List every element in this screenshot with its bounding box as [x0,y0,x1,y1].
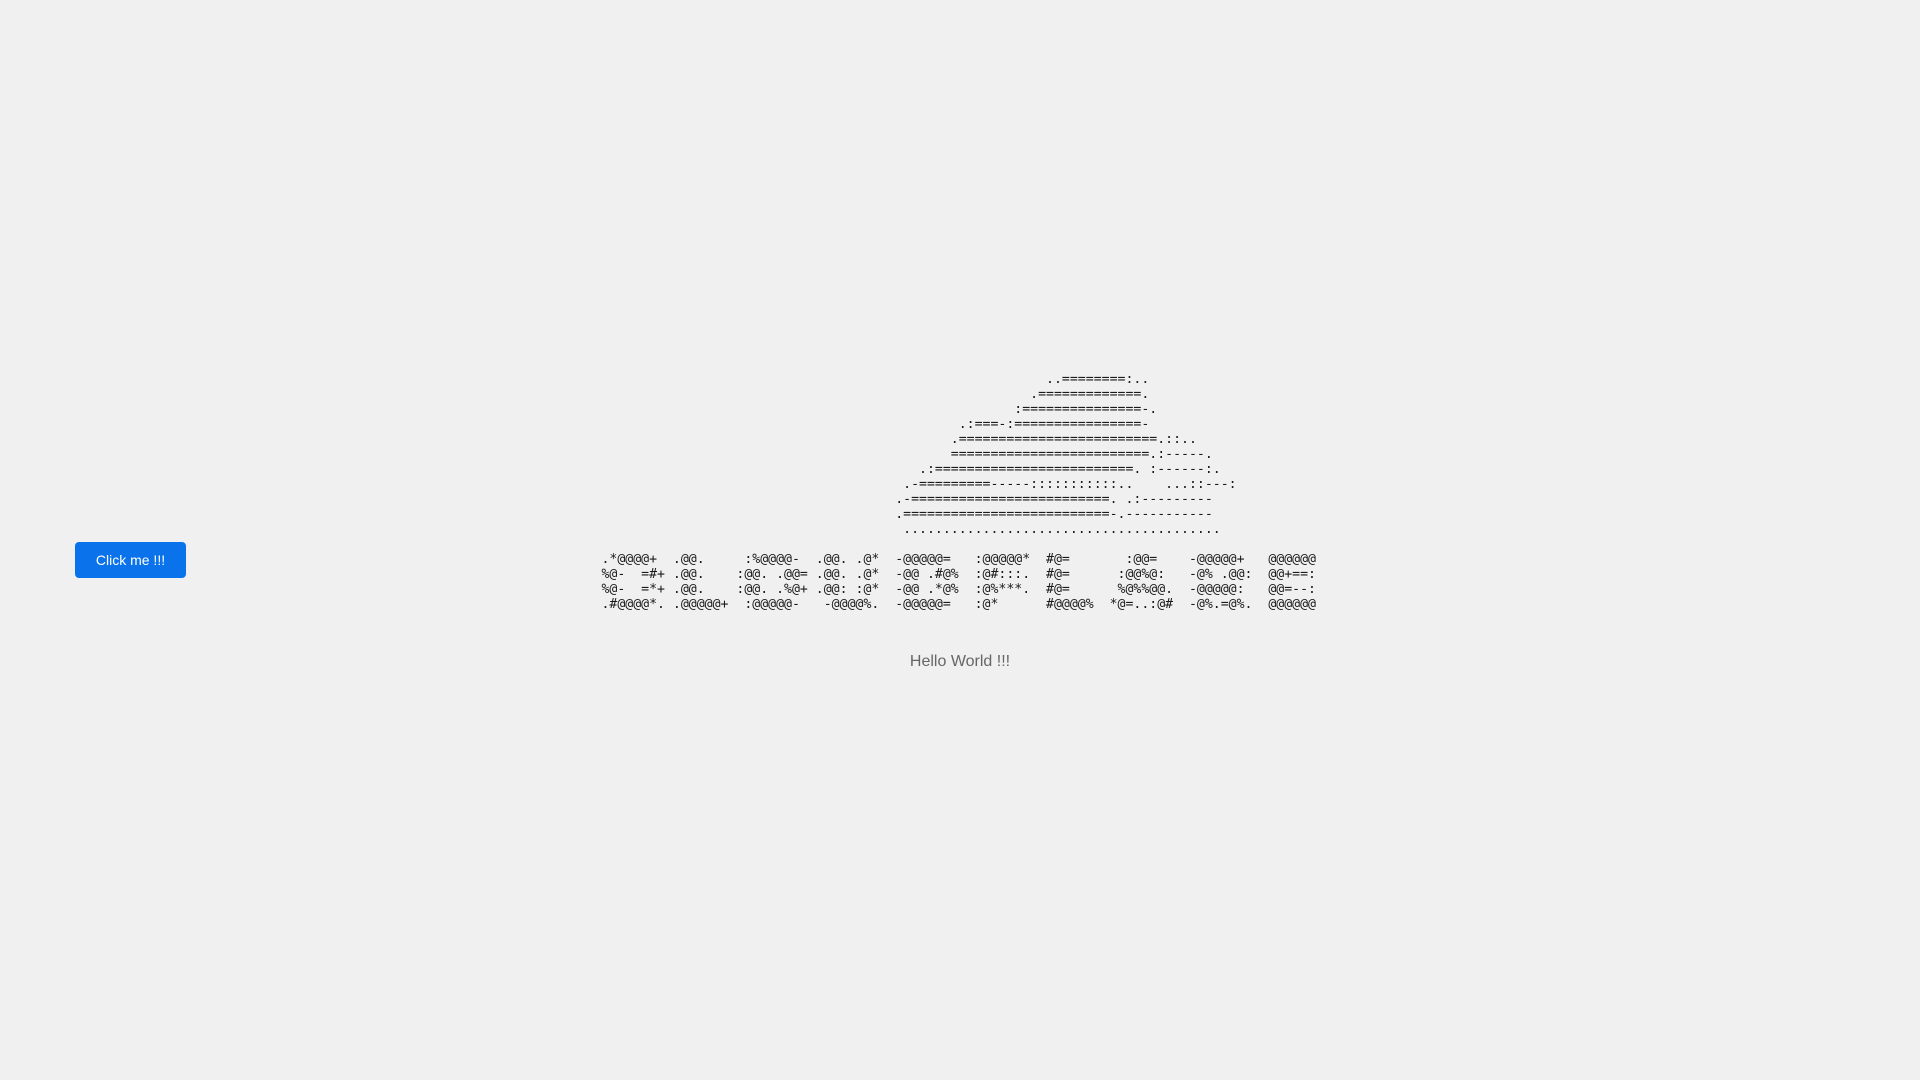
hello-world-text: Hello World !!! [909,653,1011,670]
ascii-art-logo: ..========:.. .=============. :=========… [601,372,1316,612]
app-root: Click me !!! ..========:.. .============… [0,0,1920,1080]
click-me-button[interactable]: Click me !!! [75,542,186,578]
